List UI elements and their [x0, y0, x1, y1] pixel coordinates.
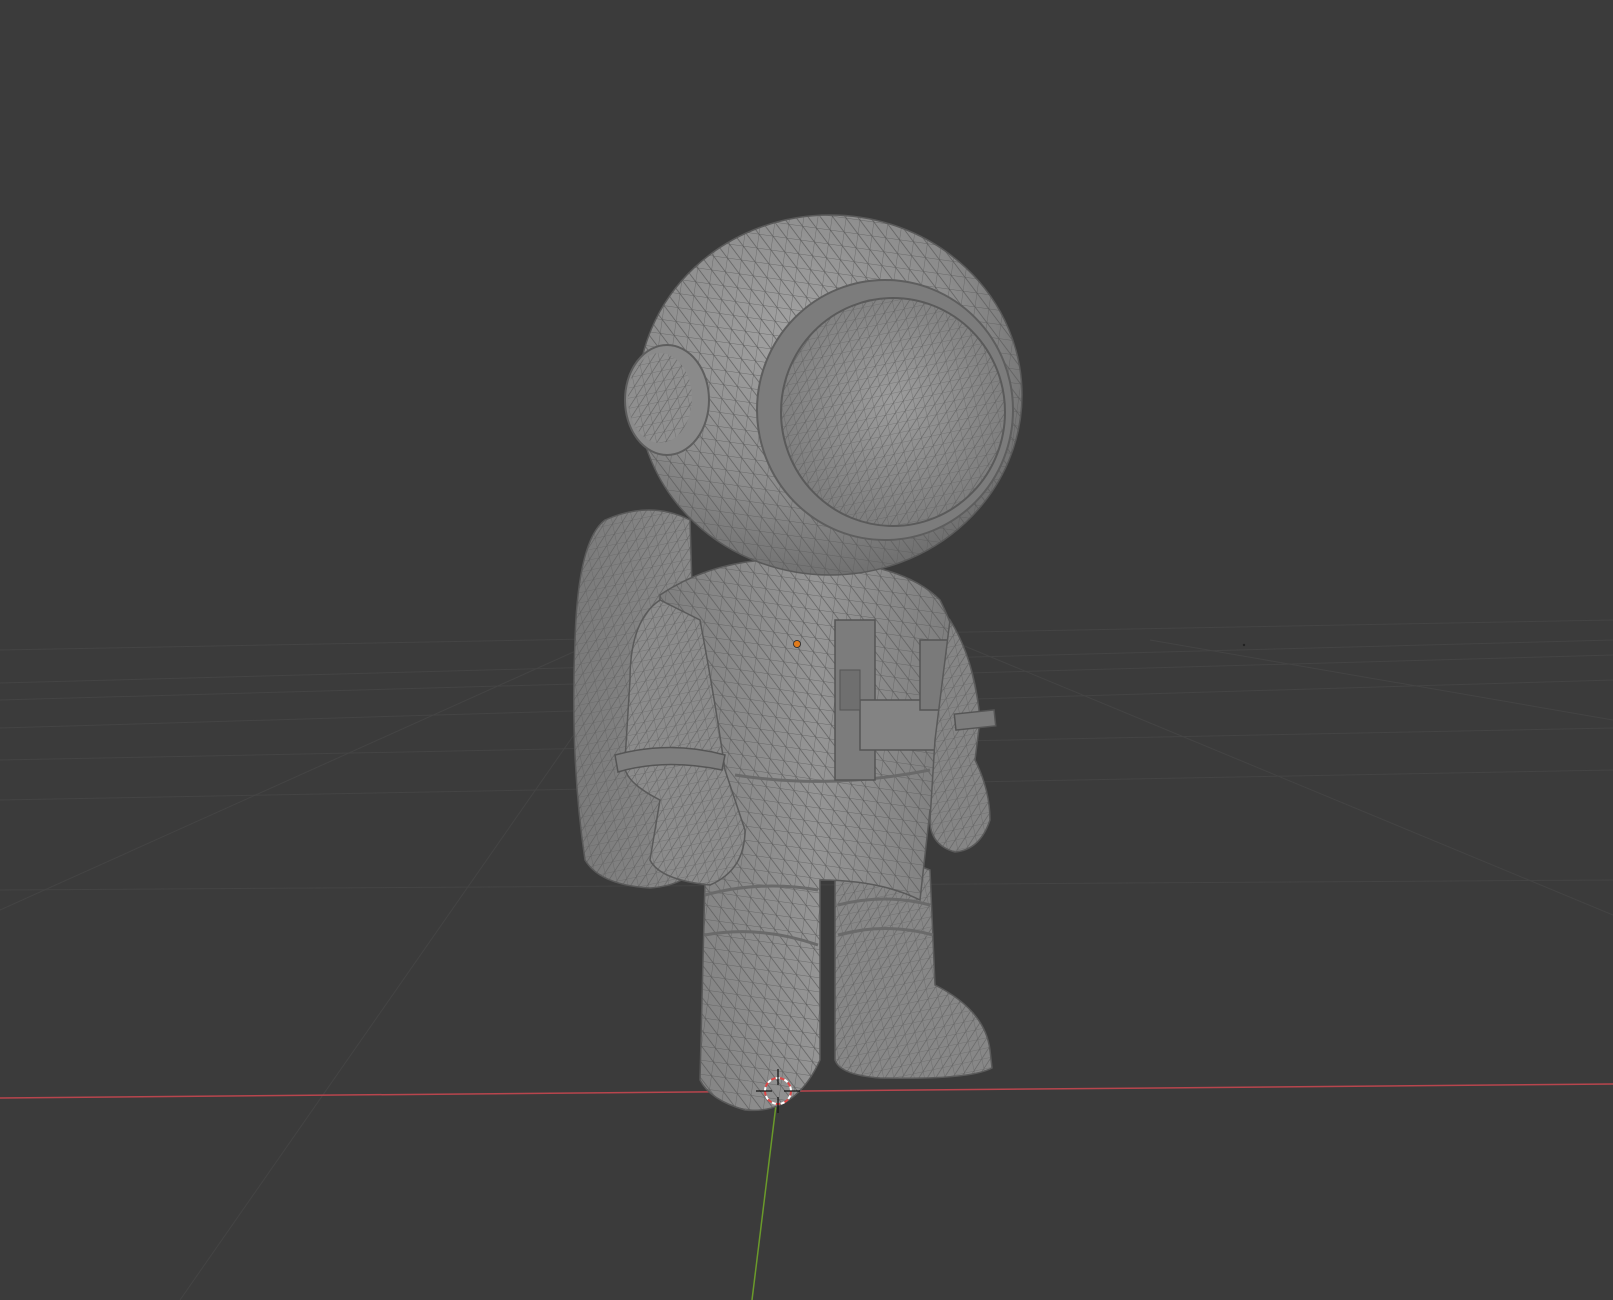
astronaut-model[interactable]: [573, 214, 1023, 1112]
y-axis-line: [751, 1104, 777, 1300]
stray-vertex-dot: [1242, 643, 1246, 647]
x-axis-line: [0, 1083, 1613, 1099]
helmet-visor: [756, 279, 1014, 541]
3d-viewport[interactable]: [0, 0, 1613, 1300]
viewport-canvas[interactable]: [0, 0, 1613, 1300]
helmet-ear-cap: [624, 344, 710, 456]
object-origin-icon[interactable]: [793, 640, 801, 648]
